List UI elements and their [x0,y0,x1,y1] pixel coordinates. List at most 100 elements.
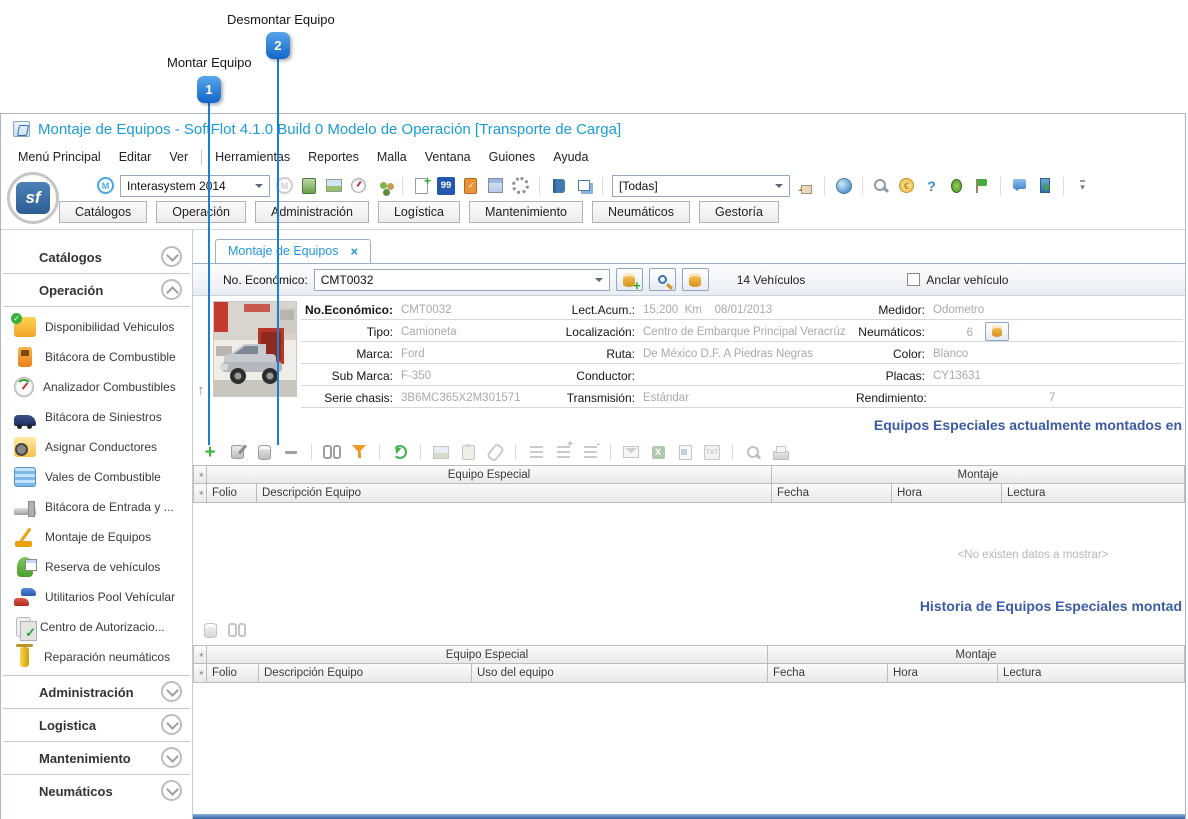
globe-icon[interactable] [834,177,853,195]
chevron-up-circle-icon[interactable] [161,279,182,300]
collapse-tree-icon[interactable] [581,443,599,461]
column-header-hora[interactable]: Hora [888,664,998,683]
users-icon[interactable] [374,177,393,195]
print-icon[interactable] [771,443,789,461]
tree-list-icon[interactable] [527,443,545,461]
sidebar-item-asignar-conductores[interactable]: Asignar Conductores [1,432,192,462]
edit-dataset-icon[interactable] [228,443,246,461]
menu-malla[interactable]: Malla [368,147,416,167]
column-header-descripcion-equipo[interactable]: Descripción Equipo [259,664,472,683]
email-icon[interactable] [622,443,640,461]
column-header-uso-del-equipo[interactable]: Uso del equipo [472,664,768,683]
mounted-table-body[interactable]: <No existen datos a mostrar> [193,503,1185,595]
column-header-folio[interactable]: Folio [207,664,259,683]
checklist-clipboard-icon[interactable] [461,177,480,195]
sidebar-item-analizador-combustibles[interactable]: Analizador Combustibles [1,372,192,402]
cabinet-icon[interactable] [299,177,318,195]
exit-icon[interactable] [1035,177,1054,195]
expand-tree-icon[interactable] [554,443,572,461]
add-vehicle-button[interactable] [616,268,643,291]
dismount-equipment-button[interactable] [282,443,300,461]
sidebar-item-centro-de-autorizaciones[interactable]: Centro de Autorizacio... [1,612,192,642]
clipboard-icon[interactable] [459,443,477,461]
close-icon[interactable] [351,245,359,258]
document-tab-montaje-de-equipos[interactable]: Montaje de Equipos [215,239,371,263]
gear-icon[interactable] [511,177,530,195]
export-txt-icon[interactable] [703,443,721,461]
sidebar-item-reparacion-neumaticos[interactable]: Reparación neumáticos [1,642,192,672]
currency-coin-icon[interactable] [897,177,916,195]
find-icon[interactable] [323,443,341,461]
menu-ver[interactable]: Ver [160,147,197,167]
help-icon[interactable] [922,177,941,195]
tab-operacion[interactable]: Operación [156,201,246,223]
new-document-icon[interactable] [412,177,431,195]
dashboard-gauge-icon[interactable] [349,177,368,195]
menu-editar[interactable]: Editar [110,147,161,167]
menu-reportes[interactable]: Reportes [299,147,368,167]
windows-icon[interactable] [574,177,593,195]
tab-logistica[interactable]: Logística [378,201,460,223]
print-preview-icon[interactable] [744,443,762,461]
home-icon[interactable] [796,177,815,195]
neumaticos-dataset-button[interactable] [985,322,1009,341]
tab-mantenimiento[interactable]: Mantenimiento [469,201,583,223]
sidebar-item-bitacora-de-siniestros[interactable]: Bitácora de Siniestros [1,402,192,432]
sidebar-group-administracion[interactable]: Administración [1,677,192,707]
attachment-icon[interactable] [486,443,504,461]
tab-catalogos[interactable]: Catálogos [59,201,147,223]
counter-badge-icon[interactable]: 99 [437,177,455,195]
sidebar-group-neumaticos[interactable]: Neumáticos [1,776,192,806]
sidebar-item-montaje-de-equipos[interactable]: Montaje de Equipos [1,522,192,552]
filter-combobox[interactable]: [Todas] [612,175,790,197]
column-header-descripcion-equipo[interactable]: Descripción Equipo [257,484,772,503]
picture-icon[interactable] [324,177,343,195]
anclar-vehiculo-checkbox[interactable] [907,273,920,286]
sidebar-group-logistica[interactable]: Logistica [1,710,192,740]
dataset-icon[interactable] [201,621,219,639]
toolbar-overflow-icon[interactable] [1073,177,1092,195]
tab-administracion[interactable]: Administración [255,201,369,223]
tab-gestoria[interactable]: Gestoría [699,201,779,223]
find-icon[interactable] [228,621,246,639]
column-header-lectura[interactable]: Lectura [998,664,1185,683]
sidebar-group-mantenimiento[interactable]: Mantenimiento [1,743,192,773]
image-icon[interactable] [432,443,450,461]
company-combobox[interactable]: Interasystem 2014 [120,175,270,197]
search-tools-icon[interactable] [872,177,891,195]
menu-menu-principal[interactable]: Menú Principal [9,147,110,167]
chevron-down-circle-icon[interactable] [161,747,182,768]
feedback-chat-icon[interactable] [1010,177,1029,195]
bug-icon[interactable] [947,177,966,195]
sidebar-item-utilitarios-pool-vehicular[interactable]: Utilitarios Pool Vehícular [1,582,192,612]
group-header-equipo-especial[interactable]: Equipo Especial [207,465,772,484]
module-icon[interactable]: M [97,177,114,194]
column-header-fecha[interactable]: Fecha [772,484,892,503]
column-header-lectura[interactable]: Lectura [1002,484,1185,503]
chevron-down-circle-icon[interactable] [161,780,182,801]
scroll-up-icon[interactable]: ↑ [197,382,205,399]
menu-herramientas[interactable]: Herramientas [206,147,299,167]
menu-ventana[interactable]: Ventana [416,147,480,167]
menu-ayuda[interactable]: Ayuda [544,147,597,167]
dataset-icon[interactable] [255,443,273,461]
sidebar-item-disponibilidad-vehiculos[interactable]: Disponibilidad Vehiculos [1,312,192,342]
sidebar-group-catalogos[interactable]: Catálogos [1,242,192,272]
group-header-montaje[interactable]: Montaje [768,645,1185,664]
chevron-down-circle-icon[interactable] [161,246,182,267]
export-excel-icon[interactable] [649,443,667,461]
column-header-fecha[interactable]: Fecha [768,664,888,683]
vehicle-combobox[interactable]: CMT0032 [314,269,610,291]
chevron-down-circle-icon[interactable] [161,681,182,702]
filter-icon[interactable] [350,443,368,461]
dataset-button[interactable] [682,268,709,291]
layout-grid-icon[interactable] [486,177,505,195]
sidebar-item-vales-de-combustible[interactable]: Vales de Combustible [1,462,192,492]
chevron-down-circle-icon[interactable] [161,714,182,735]
refresh-icon[interactable] [391,443,409,461]
export-document-icon[interactable] [676,443,694,461]
history-table-body[interactable] [193,683,1185,814]
menu-guiones[interactable]: Guiones [480,147,545,167]
mount-equipment-button[interactable] [201,443,219,461]
column-header-folio[interactable]: Folio [207,484,257,503]
